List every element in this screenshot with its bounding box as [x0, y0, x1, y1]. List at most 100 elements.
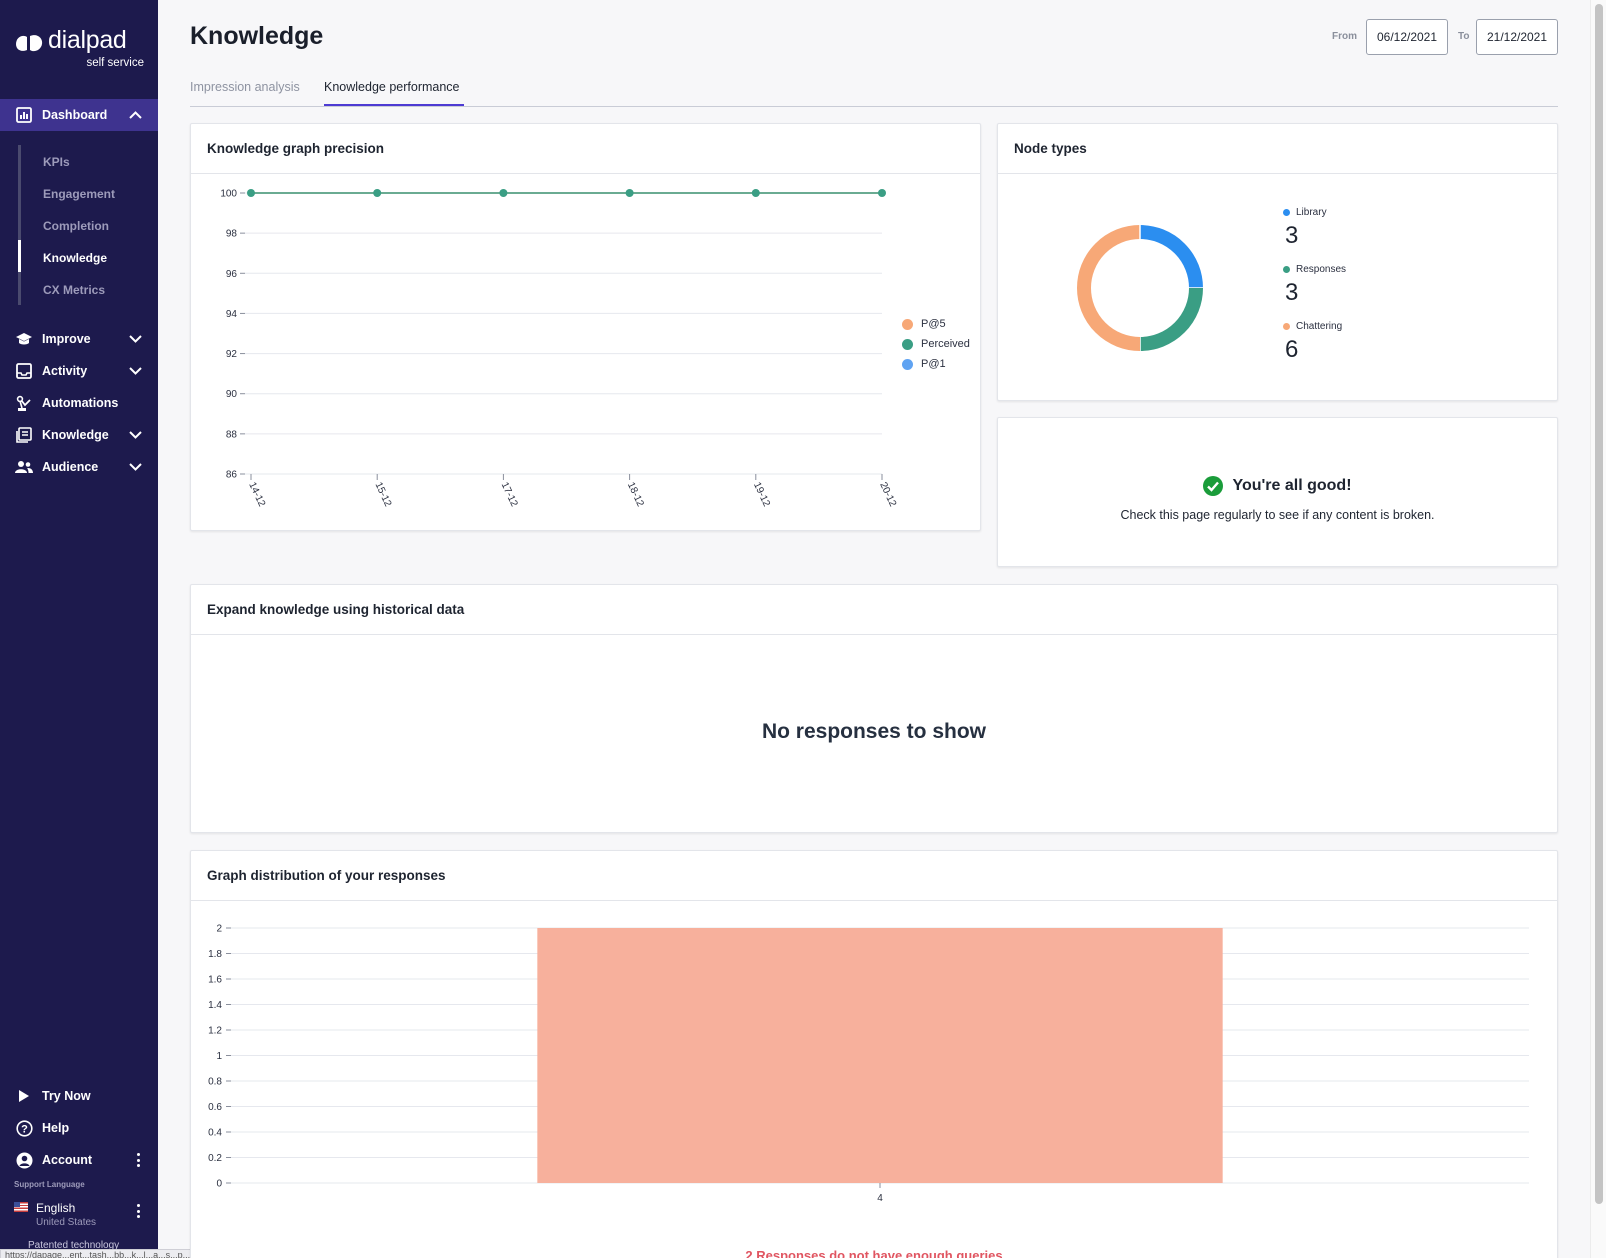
- node-type-value: 3: [1285, 222, 1299, 249]
- y-tick-label: 0: [216, 1179, 222, 1190]
- dashboard-icon: [15, 106, 33, 124]
- expand-knowledge-card-header: Expand knowledge using historical data: [191, 585, 1557, 635]
- y-tick-label: 1.2: [208, 1026, 222, 1037]
- nav-improve[interactable]: Improve: [0, 323, 158, 355]
- language-more-icon[interactable]: [136, 1204, 140, 1218]
- subnav-active-indicator: [18, 240, 21, 272]
- nav-account-label: Account: [42, 1153, 92, 1167]
- node-type-responses: Responses 3: [1283, 264, 1346, 307]
- donut-slice-library: [1139, 225, 1203, 289]
- y-tick-label: 96: [226, 269, 238, 280]
- node-type-value: 3: [1285, 279, 1299, 306]
- scrollbar-thumb[interactable]: [1595, 4, 1603, 1204]
- y-tick-label: 86: [226, 470, 238, 481]
- nav-help[interactable]: ? Help: [0, 1112, 158, 1144]
- nav-activity-label: Activity: [42, 364, 88, 378]
- date-from-input[interactable]: 06/12/2021: [1366, 19, 1448, 55]
- data-point: [247, 189, 255, 197]
- node-type-name: Responses: [1296, 264, 1347, 275]
- tab-impression-analysis[interactable]: Impression analysis: [190, 80, 300, 94]
- x-tick-label: 17-12: [499, 481, 520, 509]
- chevron-up-icon[interactable]: [128, 108, 142, 122]
- x-tick-label: 18-12: [625, 481, 646, 509]
- x-tick-label: 20-12: [877, 481, 898, 509]
- chevron-down-icon[interactable]: [128, 428, 142, 442]
- node-type-dot: [1283, 209, 1290, 216]
- y-tick-label: 88: [226, 429, 238, 440]
- y-tick-label: 1: [216, 1051, 222, 1062]
- y-tick-label: 0.4: [208, 1128, 222, 1139]
- nav-account[interactable]: Account: [0, 1144, 158, 1176]
- language-selector[interactable]: English United States: [14, 1199, 150, 1229]
- precision-card-title: Knowledge graph precision: [207, 141, 385, 156]
- legend-item[interactable]: Perceived: [902, 338, 970, 350]
- chevron-down-icon[interactable]: [128, 460, 142, 474]
- nav-automations-label: Automations: [42, 396, 119, 410]
- check-circle-icon: [1203, 476, 1224, 496]
- y-tick-label: 1.8: [208, 949, 222, 960]
- expand-knowledge-card-title: Expand knowledge using historical data: [207, 602, 465, 617]
- account-more-icon[interactable]: [136, 1153, 140, 1167]
- x-tick-label: 15-12: [372, 481, 393, 509]
- precision-card: Knowledge graph precision 86 88 90 92 94 96 98…: [190, 123, 981, 531]
- nav-knowledge[interactable]: Knowledge: [0, 419, 158, 451]
- nav-dashboard-label: Dashboard: [42, 108, 108, 122]
- node-type-chattering: Chattering 6: [1283, 321, 1342, 364]
- active-tab-indicator: [324, 104, 464, 106]
- dashboard-subnav: KPIs Engagement Completion Knowledge CX …: [18, 145, 158, 305]
- legend-item[interactable]: P@5: [902, 318, 946, 330]
- brand-logo[interactable]: dialpad self service: [14, 26, 144, 70]
- page-scrollbar[interactable]: [1590, 0, 1606, 1258]
- legend-item[interactable]: P@1: [902, 358, 946, 370]
- subnav-item-engagement[interactable]: Engagement: [43, 187, 115, 201]
- sidebar: dialpad self service Dashboard KPIs Enga…: [0, 0, 158, 1258]
- legend-label: P@1: [921, 358, 946, 370]
- nav-audience[interactable]: Audience: [0, 451, 158, 483]
- precision-card-header: Knowledge graph precision: [191, 124, 980, 174]
- subnav-item-completion[interactable]: Completion: [43, 219, 109, 233]
- nav-improve-label: Improve: [42, 332, 91, 346]
- y-tick-label: 94: [226, 309, 238, 320]
- y-tick-label: 1.6: [208, 975, 222, 986]
- data-point: [373, 189, 382, 197]
- tab-knowledge-performance[interactable]: Knowledge performance: [324, 80, 460, 94]
- node-type-label: Chattering: [1283, 321, 1342, 332]
- y-tick-label: 98: [226, 229, 238, 240]
- node-type-library: Library 3: [1283, 207, 1327, 250]
- node-types-card-header: Node types: [998, 124, 1557, 174]
- donut-slice-chattering: [1077, 225, 1141, 351]
- us-flag-icon: [14, 1202, 28, 1212]
- subnav-item-kpis[interactable]: KPIs: [43, 155, 70, 169]
- distribution-bar-chart: 0 0.2 0.4 0.6 0.8 1 1.2 1.4 1.6 1.8 2 4: [208, 924, 1529, 1204]
- legend-label: P@5: [921, 318, 946, 330]
- nav-activity[interactable]: Activity: [0, 355, 158, 387]
- nav-try-now[interactable]: Try Now: [0, 1080, 158, 1112]
- chevron-down-icon[interactable]: [128, 364, 142, 378]
- x-tick-label: 19-12: [751, 481, 772, 509]
- nav-dashboard[interactable]: Dashboard: [0, 99, 158, 131]
- subnav-item-cx-metrics[interactable]: CX Metrics: [43, 283, 105, 297]
- graduation-cap-icon: [15, 330, 33, 348]
- library-icon: [15, 426, 33, 444]
- x-tick-label: 4: [877, 1193, 883, 1204]
- y-tick-label: 92: [226, 349, 238, 360]
- play-icon: [15, 1087, 33, 1105]
- node-type-value: 6: [1285, 336, 1299, 363]
- nav-automations[interactable]: Automations: [0, 387, 158, 419]
- empty-state-message: No responses to show: [761, 720, 987, 743]
- distribution-warning: 2 Responses do not have enough queries: [745, 1248, 1003, 1258]
- data-point: [878, 189, 886, 197]
- node-type-name: Library: [1296, 207, 1327, 218]
- brand-name: dialpad: [48, 26, 127, 54]
- subnav-item-knowledge[interactable]: Knowledge: [43, 251, 107, 265]
- distribution-card: Graph distribution of your responses 0 0.…: [190, 850, 1558, 1258]
- date-to-label: To: [1458, 31, 1470, 42]
- chevron-down-icon[interactable]: [128, 332, 142, 346]
- y-tick-label: 0.8: [208, 1077, 222, 1088]
- node-type-label: Responses: [1283, 264, 1346, 275]
- date-to-input[interactable]: 21/12/2021: [1476, 19, 1558, 55]
- robot-arm-icon: [15, 394, 33, 412]
- help-icon: ?: [15, 1119, 33, 1137]
- legend-dot: [902, 358, 913, 370]
- precision-line-chart: 86 88 90 92 94 96 98 100 14-12 15-12 17-12 18-12 19-…: [220, 189, 898, 509]
